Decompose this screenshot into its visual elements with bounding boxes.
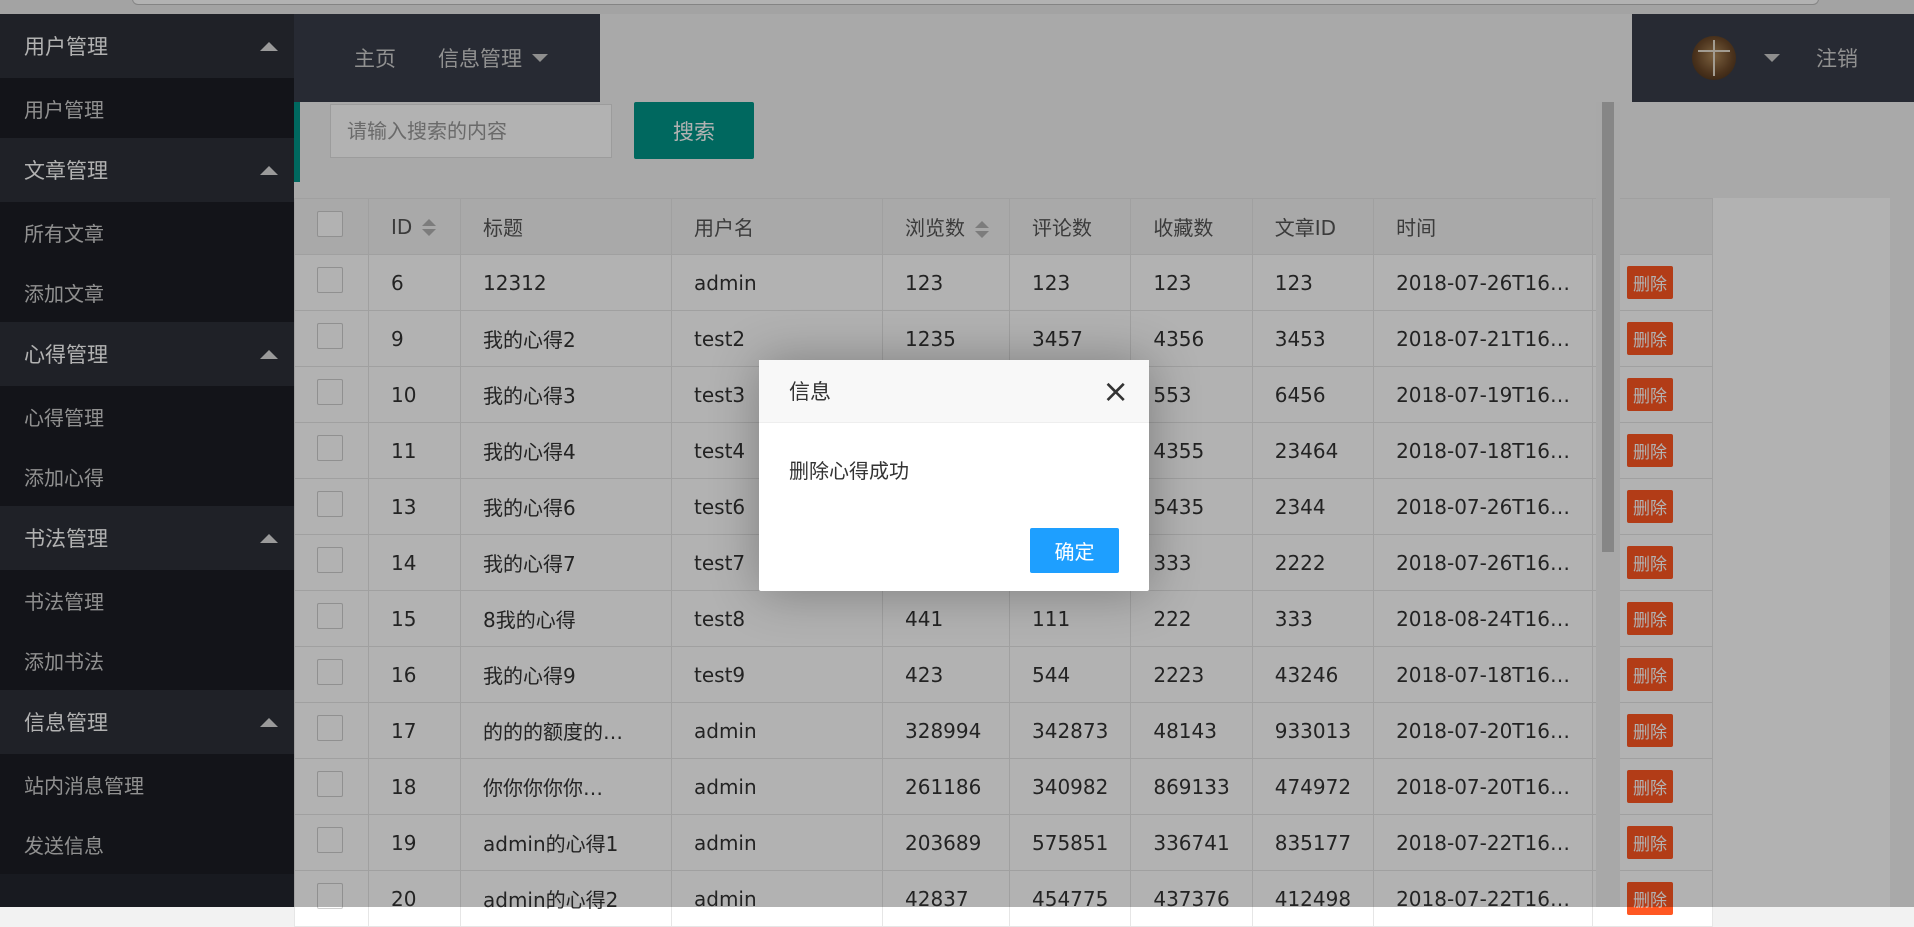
dialog-message: 删除心得成功	[789, 459, 909, 483]
message-dialog: 信息 × 删除心得成功 确定	[759, 360, 1149, 591]
dialog-title: 信息	[789, 380, 831, 404]
confirm-button[interactable]: 确定	[1030, 528, 1119, 573]
dialog-header: 信息 ×	[759, 360, 1149, 423]
close-icon[interactable]: ×	[1102, 375, 1129, 407]
